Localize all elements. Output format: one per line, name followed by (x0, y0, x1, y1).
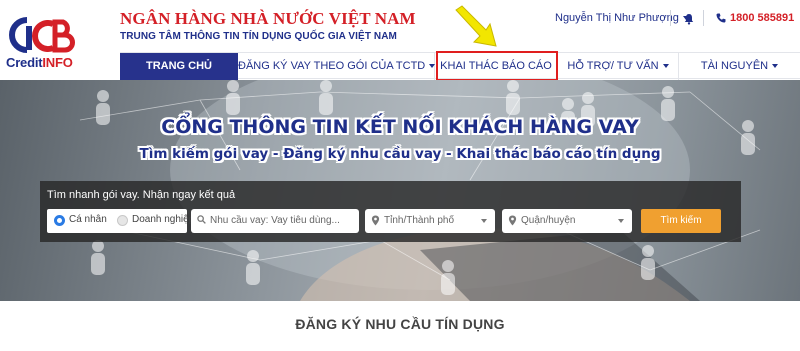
section-title: ĐĂNG KÝ NHU CẦU TÍN DỤNG (295, 316, 505, 332)
main-nav: TRANG CHỦ ĐĂNG KÝ VAY THEO GÓI CỦA TCTD … (120, 52, 800, 80)
cicb-logo-mark (9, 17, 75, 53)
search-icon (197, 215, 206, 224)
hero-title: CỔNG THÔNG TIN KẾT NỐI KHÁCH HÀNG VAY (161, 116, 639, 138)
search-button[interactable]: Tìm kiếm (641, 209, 721, 233)
annotation-arrow-icon (455, 5, 497, 47)
chevron-down-icon (772, 64, 779, 69)
province-placeholder: Tỉnh/Thành phố (384, 215, 455, 226)
bank-name: NGÂN HÀNG NHÀ NƯỚC VIỆT NAM (120, 9, 416, 28)
quick-search-panel: Tìm nhanh gói vay. Nhận ngay kết quả Cá … (40, 181, 741, 242)
nav-item-home[interactable]: TRANG CHỦ (120, 53, 238, 80)
radio-business-label[interactable]: Doanh nghiệp (132, 214, 194, 225)
radio-personal-label[interactable]: Cá nhân (69, 214, 107, 225)
nav-item-label: HỖ TRỢ/ TƯ VẤN (567, 60, 659, 72)
loan-need-placeholder: Nhu cầu vay: Vay tiêu dùng... (210, 215, 340, 226)
user-menu[interactable]: Nguyễn Thị Như Phượng (555, 12, 689, 24)
user-name: Nguyễn Thị Như Phượng (555, 12, 679, 24)
hotline-number: 1800 585891 (730, 12, 795, 24)
hotline[interactable]: 1800 585891 (716, 12, 794, 24)
bell-icon[interactable] (683, 12, 695, 25)
hero-banner: CỔNG THÔNG TIN KẾT NỐI KHÁCH HÀNG VAY Tì… (0, 80, 800, 301)
nav-item-label: TÀI NGUYÊN (700, 60, 769, 72)
site-header: CreditINFO NGÂN HÀNG NHÀ NƯỚC VIỆT NAM T… (0, 0, 800, 70)
search-panel-label: Tìm nhanh gói vay. Nhận ngay kết quả (47, 189, 236, 201)
nav-item-label: TRANG CHỦ (146, 60, 212, 72)
province-select[interactable]: Tỉnh/Thành phố (365, 209, 495, 233)
chevron-down-icon (662, 64, 669, 69)
chevron-down-icon (481, 219, 487, 223)
loan-need-input[interactable]: Nhu cầu vay: Vay tiêu dùng... (191, 209, 359, 233)
nav-item-register-loan[interactable]: ĐĂNG KÝ VAY THEO GÓI CỦA TCTD (238, 53, 436, 80)
chevron-down-icon (618, 219, 624, 223)
map-marker-icon (371, 215, 380, 226)
divider (670, 10, 671, 26)
district-select[interactable]: Quận/huyện (502, 209, 632, 233)
district-placeholder: Quận/huyện (521, 215, 576, 226)
nav-item-label: ĐĂNG KÝ VAY THEO GÓI CỦA TCTD (238, 60, 426, 72)
nav-item-report[interactable]: KHAI THÁC BÁO CÁO (435, 53, 558, 80)
logo-creditinfo-text: CreditINFO (6, 55, 73, 70)
map-marker-icon (508, 215, 517, 226)
bank-subtitle: TRUNG TÂM THÔNG TIN TÍN DỤNG QUỐC GIA VI… (120, 31, 397, 42)
nav-item-resources[interactable]: TÀI NGUYÊN (679, 53, 800, 80)
hero-subtitle: Tìm kiếm gói vay - Đăng ký nhu cầu vay -… (139, 146, 661, 162)
radio-personal[interactable] (54, 215, 65, 226)
phone-icon (716, 13, 726, 23)
customer-type-group: Cá nhân Doanh nghiệp (47, 209, 194, 233)
radio-business[interactable] (117, 215, 128, 226)
nav-item-label: KHAI THÁC BÁO CÁO (440, 60, 552, 72)
nav-item-support[interactable]: HỖ TRỢ/ TƯ VẤN (558, 53, 679, 80)
divider (703, 10, 704, 26)
